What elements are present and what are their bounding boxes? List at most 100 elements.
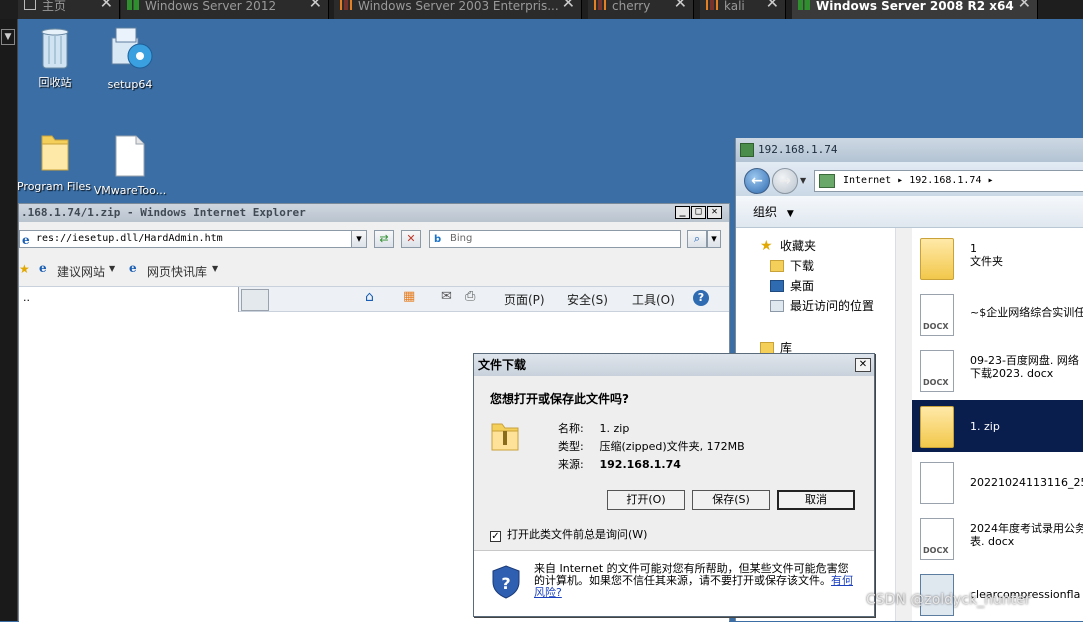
- command-bar: .. ⌂ ▦ ✉ ⎙ 页面(P) 安全(S) 工具(O) ?: [19, 286, 729, 312]
- tab-windows-server-2008[interactable]: Windows Server 2008 R2 x64 ✕: [792, 0, 1038, 19]
- stop-button[interactable]: ✕: [401, 230, 421, 248]
- nav-item-desktop[interactable]: 桌面: [736, 276, 896, 296]
- desktop-icon-label: setup64: [107, 79, 153, 91]
- type-label: 类型:: [558, 440, 584, 453]
- organize-button[interactable]: 组织: [753, 205, 777, 219]
- chevron-down-icon: ▼: [212, 264, 219, 273]
- tab-windows-server-2012[interactable]: Windows Server 2012 ✕: [121, 0, 329, 19]
- suggested-sites-link[interactable]: 建议网站: [57, 263, 105, 280]
- open-button[interactable]: 打开(O): [607, 490, 685, 510]
- nav-item-favorites[interactable]: ★ 收藏夹: [736, 236, 896, 256]
- address-text: res://iesetup.dll/HardAdmin.htm: [36, 233, 223, 244]
- search-button[interactable]: ⌕: [687, 230, 707, 248]
- ie-address-bar[interactable]: e res://iesetup.dll/HardAdmin.htm: [19, 230, 367, 248]
- tab-label: Windows Server 2012: [145, 0, 277, 13]
- file-source-row: 来源: 192.168.1.74: [558, 459, 681, 471]
- nav-item-downloads[interactable]: 下载: [736, 256, 896, 276]
- tab-label: ..: [23, 291, 30, 304]
- nav-item-label: 下载: [790, 259, 815, 273]
- web-slice-gallery-link[interactable]: 网页快讯库: [147, 263, 207, 280]
- ie-page-icon: e: [22, 233, 30, 247]
- file-list: 1 文件夹 DOCX ~$企业网络综合实训任 DOCX 09-23-百度网盘. …: [912, 228, 1083, 621]
- tools-menu[interactable]: 工具(O): [632, 291, 675, 308]
- organize-toolbar: 组织 ▼: [736, 196, 1083, 228]
- vm-icon: [127, 0, 139, 10]
- file-item[interactable]: 20221024113116_2528: [912, 456, 1083, 508]
- address-dropdown-button[interactable]: ▾: [351, 230, 367, 248]
- warning-message: 来自 Internet 的文件可能对您有所帮助，但某些文件可能危害您的计算机。如…: [534, 563, 856, 599]
- zip-folder-icon: [491, 423, 519, 451]
- new-tab-button[interactable]: [241, 289, 269, 311]
- file-name-row: 名称: 1. zip: [558, 423, 629, 435]
- close-icon[interactable]: ✕: [562, 0, 575, 11]
- minimize-button[interactable]: _: [675, 206, 690, 219]
- close-icon[interactable]: ✕: [1018, 0, 1031, 11]
- cancel-button[interactable]: 取消: [777, 490, 855, 510]
- dialog-title-bar[interactable]: 文件下载: [474, 354, 874, 376]
- search-input[interactable]: b Bing: [429, 230, 681, 248]
- folder-icon: [920, 238, 954, 280]
- file-item[interactable]: DOCX 2024年度考试录用公务 表. docx: [912, 512, 1083, 564]
- maximize-button[interactable]: □: [691, 206, 706, 219]
- warning-panel: ? 来自 Internet 的文件可能对您有所帮助，但某些文件可能危害您的计算机…: [474, 550, 874, 616]
- close-button[interactable]: ✕: [707, 206, 722, 219]
- home-icon[interactable]: ⌂: [365, 289, 374, 305]
- ie-title-bar[interactable]: .168.1.74/1.zip - Windows Internet Explo…: [19, 204, 729, 222]
- window-title: .168.1.74/1.zip - Windows Internet Explo…: [21, 206, 306, 219]
- file-item[interactable]: DOCX 09-23-百度网盘. 网络 下载2023. docx: [912, 344, 1083, 396]
- tab-home[interactable]: 主页 ✕: [18, 0, 120, 19]
- always-ask-checkbox[interactable]: ✓ 打开此类文件前总是询问(W): [490, 526, 647, 542]
- chevron-down-icon: ▼: [786, 209, 794, 219]
- file-sub: 文件夹: [970, 255, 1003, 268]
- file-item[interactable]: 1 文件夹: [912, 232, 1083, 284]
- checkbox-checked-icon: ✓: [490, 531, 501, 542]
- file-name: 1. zip: [970, 420, 1000, 433]
- network-folder-icon: [740, 143, 754, 157]
- browser-tab[interactable]: ..: [19, 287, 239, 312]
- favorites-star-icon[interactable]: ★: [19, 262, 30, 276]
- file-item-selected[interactable]: 1. zip: [912, 400, 1083, 452]
- nav-item-label: 收藏夹: [780, 239, 817, 253]
- address-bar[interactable]: Internet ▸ 192.168.1.74 ▸: [814, 170, 1083, 192]
- close-icon[interactable]: ✕: [766, 0, 779, 11]
- back-button[interactable]: ←: [744, 168, 770, 194]
- nav-item-recent[interactable]: 最近访问的位置: [736, 296, 896, 316]
- history-dropdown-icon[interactable]: ▼: [800, 176, 806, 185]
- file-icon: [115, 135, 145, 177]
- nav-item-label: 最近访问的位置: [790, 299, 875, 313]
- file-item[interactable]: DOCX ~$企业网络综合实训任: [912, 288, 1083, 340]
- close-icon[interactable]: ✕: [100, 0, 113, 11]
- shield-icon: ?: [492, 565, 520, 599]
- safety-menu[interactable]: 安全(S): [567, 291, 608, 308]
- refresh-button[interactable]: ⇄: [374, 230, 394, 248]
- close-icon[interactable]: ✕: [309, 0, 322, 11]
- desktop-icon-setup64[interactable]: setup64: [90, 24, 170, 91]
- desktop-icon-program-files[interactable]: Program Files: [14, 130, 94, 200]
- dropdown-arrow-icon[interactable]: ▼: [1, 29, 15, 45]
- docx-icon: DOCX: [920, 518, 954, 560]
- nav-item-label: 桌面: [790, 279, 815, 293]
- help-icon[interactable]: ?: [693, 290, 709, 306]
- feeds-icon[interactable]: ▦: [403, 289, 415, 304]
- dialog-question: 您想打开或保存此文件吗?: [490, 392, 629, 406]
- file-name: 09-23-百度网盘. 网络: [970, 354, 1079, 367]
- tab-label: kali: [724, 0, 745, 13]
- tab-kali[interactable]: kali ✕: [700, 0, 786, 19]
- search-options-button[interactable]: ▾: [707, 230, 721, 248]
- forward-button[interactable]: →: [772, 168, 798, 194]
- desktop-icon: [770, 280, 784, 292]
- desktop-icon-recycle-bin[interactable]: 回收站: [15, 26, 95, 89]
- save-button[interactable]: 保存(S): [692, 490, 770, 510]
- tab-windows-server-2003[interactable]: Windows Server 2003 Enterpris... ✕: [334, 0, 582, 19]
- file-sub: 表. docx: [970, 535, 1015, 548]
- print-icon[interactable]: ⎙: [465, 289, 475, 304]
- close-button[interactable]: ✕: [855, 358, 871, 372]
- mail-icon[interactable]: ✉: [441, 289, 452, 304]
- close-icon[interactable]: ✕: [674, 0, 687, 11]
- star-icon: ★: [760, 238, 773, 254]
- desktop-icon-vmware-tools[interactable]: VMwareToo...: [90, 134, 170, 197]
- vm-icon: [706, 0, 718, 10]
- page-menu[interactable]: 页面(P): [504, 291, 545, 308]
- explorer-title-bar[interactable]: 192.168.1.74: [736, 138, 1083, 162]
- tab-cherry[interactable]: cherry ✕: [588, 0, 694, 19]
